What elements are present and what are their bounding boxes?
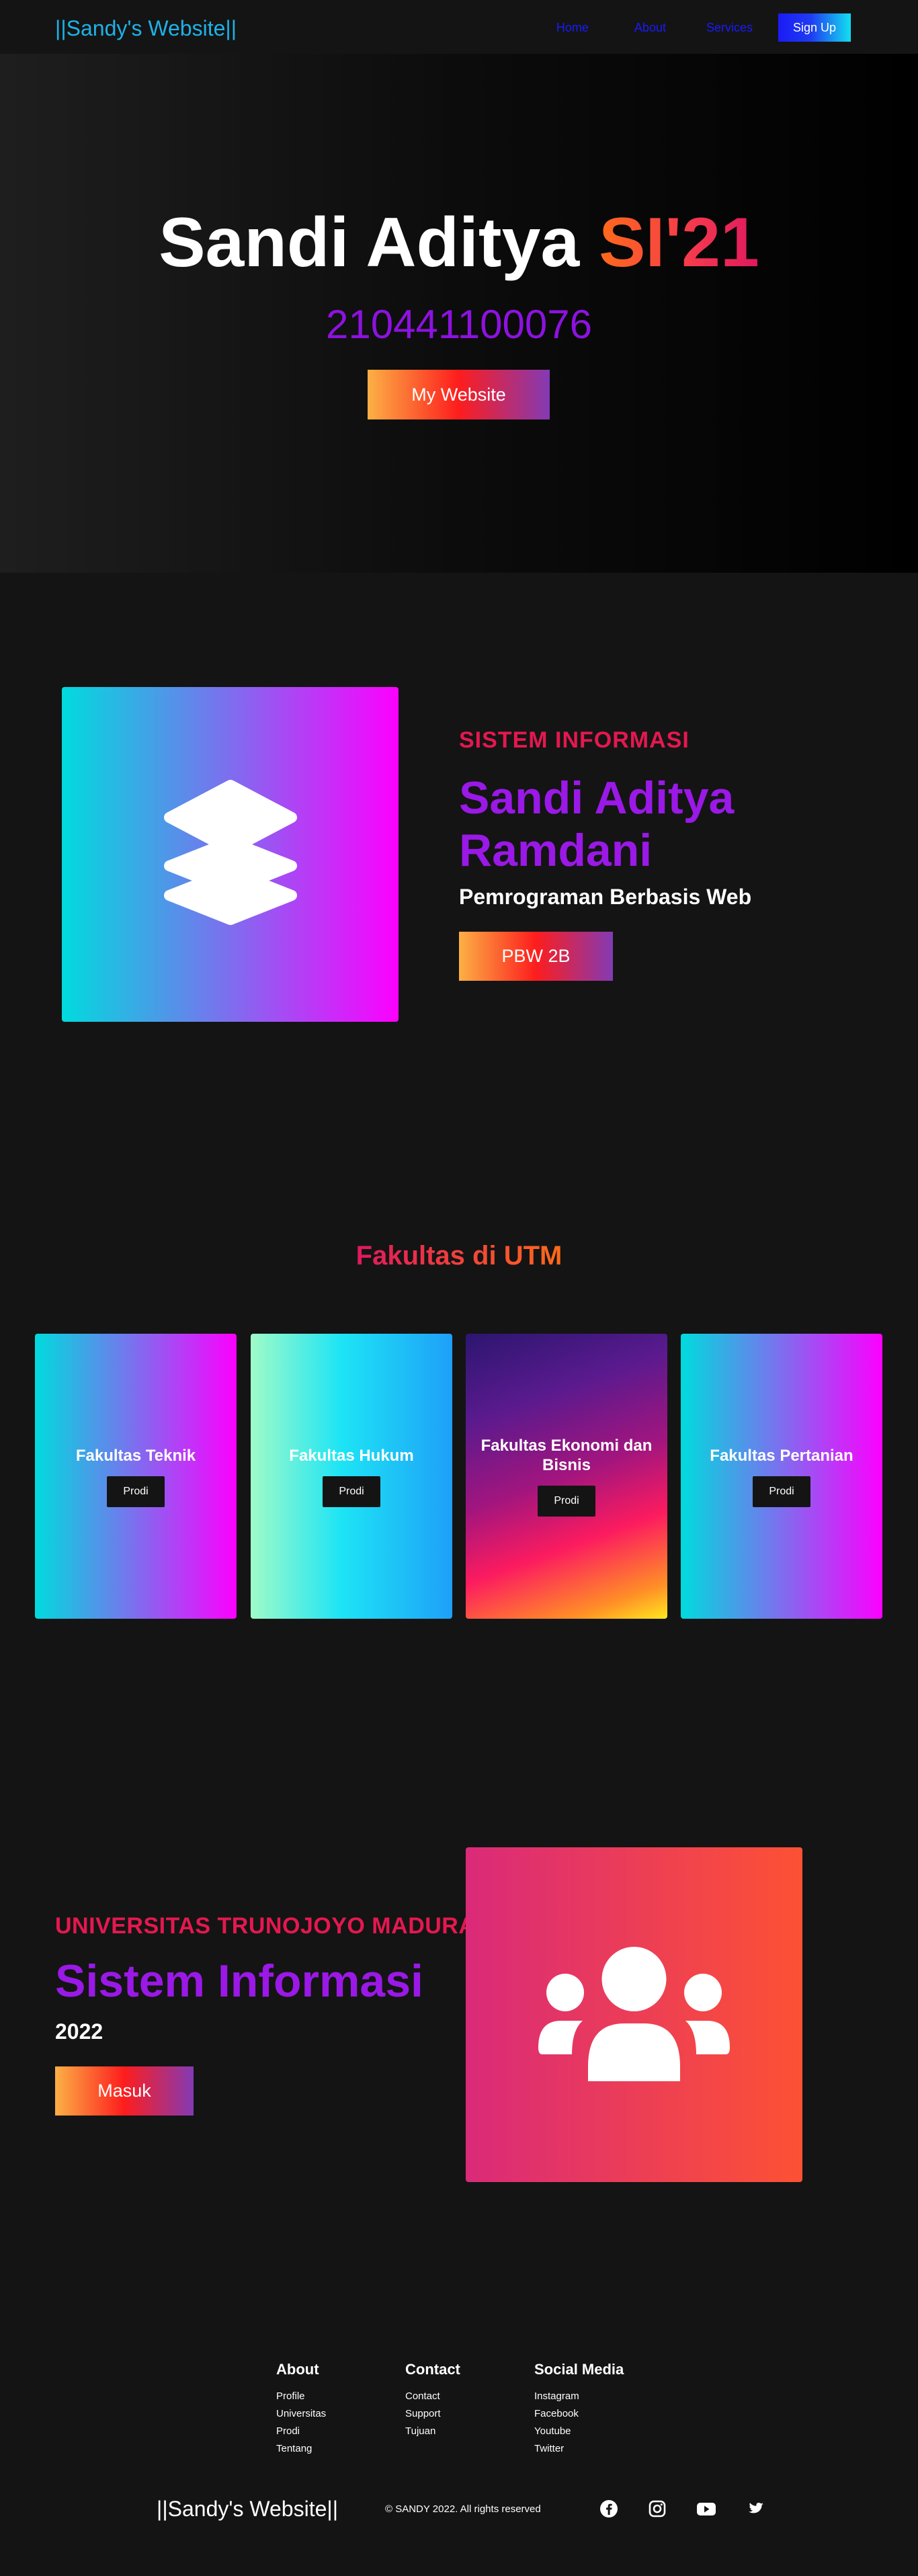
prodi-button[interactable]: Prodi — [753, 1476, 810, 1507]
prodi-button[interactable]: Prodi — [107, 1476, 165, 1507]
utm-year: 2022 — [55, 2019, 103, 2044]
instagram-icon[interactable] — [648, 2499, 667, 2518]
about-category: SISTEM INFORMASI — [459, 727, 690, 753]
footer-col-contact: Contact Contact Support Tujuan — [405, 2361, 460, 2440]
faculty-card-title: Fakultas Pertanian — [710, 1446, 853, 1465]
footer-col-about: About Profile Universitas Prodi Tentang — [276, 2361, 326, 2458]
masuk-button[interactable]: Masuk — [55, 2066, 194, 2116]
nav-link-about[interactable]: About — [634, 21, 666, 35]
navbar: ||Sandy's Website|| Home About Services … — [0, 0, 918, 54]
about-image-box — [62, 687, 399, 1022]
prodi-button[interactable]: Prodi — [323, 1476, 380, 1507]
nav-link-services[interactable]: Services — [706, 21, 753, 35]
footer-heading: Contact — [405, 2361, 460, 2378]
footer-link[interactable]: Instagram — [534, 2388, 624, 2405]
about-name: Sandi Aditya Ramdani — [459, 772, 735, 876]
my-website-button[interactable]: My Website — [368, 370, 550, 419]
hero-nim: 210441100076 — [326, 302, 592, 347]
faculty-card-title: Fakultas Ekonomi dan Bisnis — [481, 1437, 653, 1474]
footer-link[interactable]: Facebook — [534, 2405, 624, 2423]
footer-link[interactable]: Profile — [276, 2388, 326, 2405]
utm-image-box — [466, 1847, 802, 2182]
faculties-title-wrap: Fakultas di UTM — [0, 1241, 918, 1271]
hero-title: Sandi Aditya SI'21 — [0, 203, 918, 283]
twitter-icon[interactable] — [746, 2499, 765, 2518]
faculties-title: Fakultas di UTM — [356, 1241, 562, 1271]
utm-name: Sistem Informasi — [55, 1956, 423, 2007]
footer-link[interactable]: Prodi — [276, 2423, 326, 2440]
footer-link[interactable]: Youtube — [534, 2423, 624, 2440]
users-icon — [538, 1947, 730, 2081]
nav-link-home[interactable]: Home — [556, 21, 589, 35]
youtube-icon[interactable] — [696, 2499, 716, 2518]
faculty-card-pertanian: Fakultas Pertanian Prodi — [681, 1334, 882, 1619]
faculty-card-ekonomi: Fakultas Ekonomi dan Bisnis Prodi — [466, 1334, 667, 1619]
about-subtitle: Pemrograman Berbasis Web — [459, 885, 752, 909]
pbw-button[interactable]: PBW 2B — [459, 932, 613, 981]
layers-icon — [164, 780, 297, 925]
copyright-text: © SANDY 2022. All rights reserved — [385, 2503, 541, 2515]
faculty-card-teknik: Fakultas Teknik Prodi — [35, 1334, 237, 1619]
hero-section: Sandi Aditya SI'21 210441100076 My Websi… — [0, 54, 918, 573]
prodi-button[interactable]: Prodi — [538, 1486, 595, 1517]
site-logo[interactable]: ||Sandy's Website|| — [55, 16, 237, 41]
nav-links: Home About Services Sign Up — [556, 13, 851, 42]
faculty-card-hukum: Fakultas Hukum Prodi — [251, 1334, 452, 1619]
footer-link[interactable]: Tentang — [276, 2440, 326, 2458]
utm-category: UNIVERSITAS TRUNOJOYO MADURA — [55, 1913, 476, 1939]
social-icons — [599, 2499, 765, 2518]
footer-col-social: Social Media Instagram Facebook Youtube … — [534, 2361, 624, 2458]
facebook-icon[interactable] — [599, 2499, 618, 2518]
footer-link[interactable]: Tujuan — [405, 2423, 460, 2440]
footer-heading: Social Media — [534, 2361, 624, 2378]
footer-heading: About — [276, 2361, 319, 2378]
hero-title-accent: SI'21 — [599, 204, 759, 282]
signup-button[interactable]: Sign Up — [778, 13, 851, 42]
faculty-card-title: Fakultas Teknik — [75, 1446, 196, 1465]
footer-link[interactable]: Twitter — [534, 2440, 624, 2458]
hero-title-main: Sandi Aditya — [159, 204, 599, 282]
faculty-card-title: Fakultas Hukum — [289, 1446, 414, 1465]
footer-link[interactable]: Universitas — [276, 2405, 326, 2423]
footer-logo[interactable]: ||Sandy's Website|| — [157, 2497, 338, 2522]
footer-link[interactable]: Support — [405, 2405, 460, 2423]
footer-link[interactable]: Contact — [405, 2388, 460, 2405]
